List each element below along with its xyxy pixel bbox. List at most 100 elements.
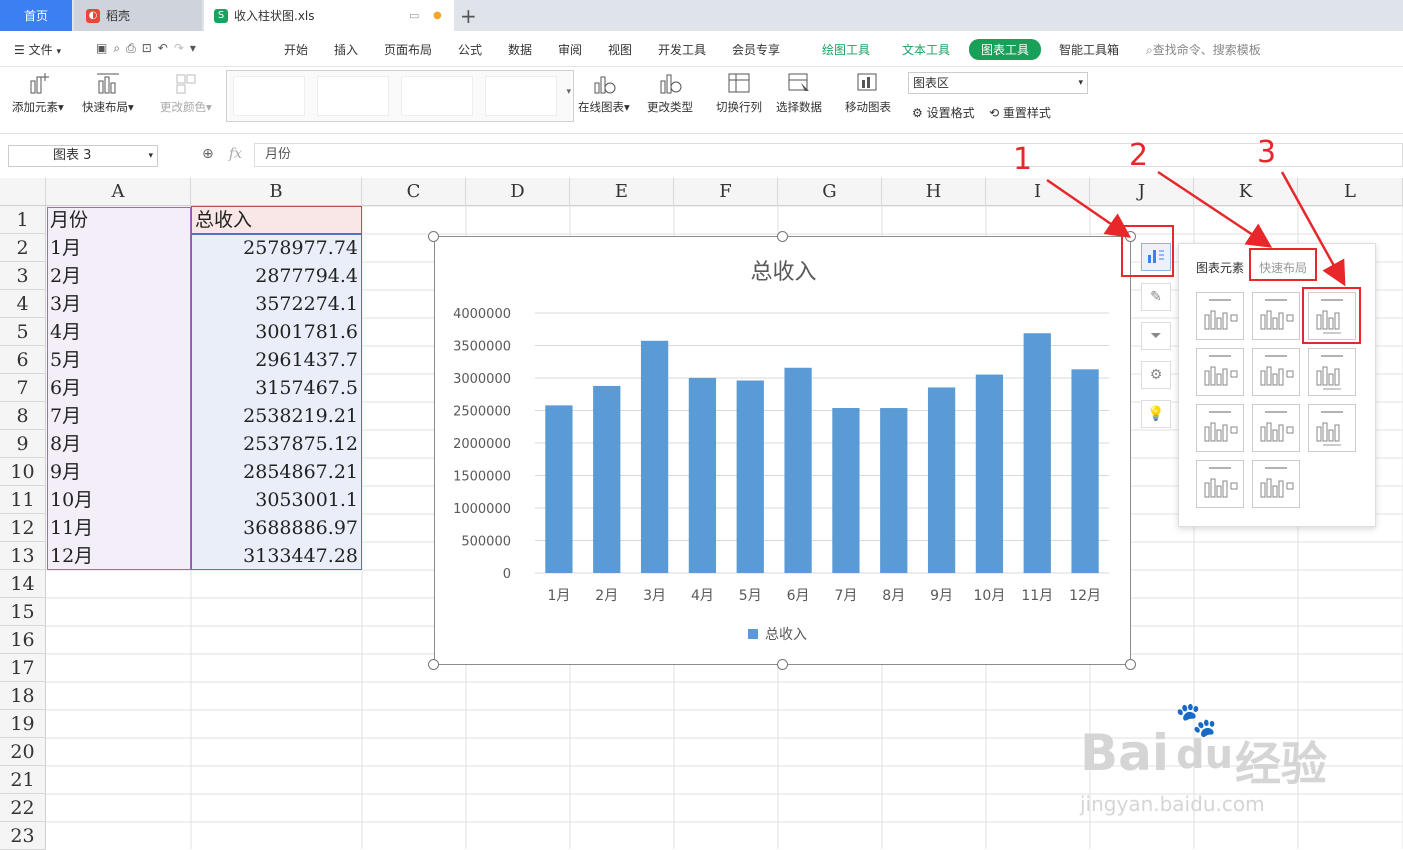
- row-header-2[interactable]: 2: [0, 234, 46, 262]
- undo-icon[interactable]: ↶: [158, 41, 174, 55]
- column-header-E[interactable]: E: [570, 178, 674, 206]
- row-header-5[interactable]: 5: [0, 318, 46, 346]
- panel-tab-elements[interactable]: 图表元素: [1196, 259, 1244, 276]
- quick-layout-option-8[interactable]: [1252, 404, 1300, 452]
- row-header-8[interactable]: 8: [0, 402, 46, 430]
- cell-a1[interactable]: 月份: [50, 206, 188, 234]
- row-header-21[interactable]: 21: [0, 766, 46, 794]
- chart-style-1[interactable]: [233, 76, 305, 116]
- menu-chart-tools[interactable]: 图表工具: [969, 39, 1042, 60]
- quick-layout-option-4[interactable]: [1196, 348, 1244, 396]
- chart-style-3[interactable]: [401, 76, 473, 116]
- cell-a5[interactable]: 4月: [50, 318, 188, 346]
- quick-layout-button[interactable]: 快速布局▾: [82, 71, 134, 115]
- resize-handle-tl[interactable]: [428, 231, 439, 242]
- menu-page-layout[interactable]: 页面布局: [384, 41, 432, 58]
- menu-view[interactable]: 视图: [608, 41, 632, 58]
- column-header-I[interactable]: I: [986, 178, 1090, 206]
- cell-a7[interactable]: 6月: [50, 374, 188, 402]
- bar-8月[interactable]: [880, 408, 908, 573]
- add-element-button[interactable]: 添加元素▾: [12, 71, 64, 115]
- monitor-icon[interactable]: ▭: [409, 9, 419, 22]
- name-box[interactable]: 图表 3 ▾: [8, 145, 158, 167]
- row-header-15[interactable]: 15: [0, 598, 46, 626]
- chart-settings-button[interactable]: ⚙: [1141, 361, 1171, 389]
- more-icon[interactable]: ▾: [190, 41, 202, 55]
- menu-review[interactable]: 审阅: [558, 41, 582, 58]
- column-header-K[interactable]: K: [1194, 178, 1298, 206]
- row-header-14[interactable]: 14: [0, 570, 46, 598]
- cell-a11[interactable]: 10月: [50, 486, 188, 514]
- cell-b10[interactable]: 2854867.21: [195, 458, 358, 486]
- chart-area-select[interactable]: 图表区 ▾: [908, 72, 1088, 94]
- resize-handle-t[interactable]: [777, 231, 788, 242]
- cell-b13[interactable]: 3133447.28: [195, 542, 358, 570]
- bar-9月[interactable]: [927, 387, 956, 573]
- bar-12月[interactable]: [1071, 369, 1099, 573]
- print-icon[interactable]: ⎙: [126, 41, 142, 55]
- column-header-F[interactable]: F: [674, 178, 778, 206]
- chart-style-2[interactable]: [317, 76, 389, 116]
- column-header-H[interactable]: H: [882, 178, 986, 206]
- cell-a10[interactable]: 9月: [50, 458, 188, 486]
- select-data-button[interactable]: 选择数据: [776, 71, 822, 115]
- menu-data[interactable]: 数据: [508, 41, 532, 58]
- menu-formula[interactable]: 公式: [458, 41, 482, 58]
- bar-10月[interactable]: [975, 374, 1004, 573]
- column-header-G[interactable]: G: [778, 178, 882, 206]
- cell-a6[interactable]: 5月: [50, 346, 188, 374]
- resize-handle-b[interactable]: [777, 659, 788, 670]
- row-header-19[interactable]: 19: [0, 710, 46, 738]
- row-header-17[interactable]: 17: [0, 654, 46, 682]
- row-header-22[interactable]: 22: [0, 794, 46, 822]
- cell-b2[interactable]: 2578977.74: [195, 234, 358, 262]
- cell-b11[interactable]: 3053001.1: [195, 486, 358, 514]
- menu-developer[interactable]: 开发工具: [658, 41, 706, 58]
- new-tab-button[interactable]: +: [460, 0, 477, 31]
- chart-tips-button[interactable]: 💡: [1141, 400, 1171, 428]
- file-menu[interactable]: ☰ 文件 ▾: [14, 41, 61, 58]
- tab-home[interactable]: 首页: [0, 0, 72, 31]
- row-header-12[interactable]: 12: [0, 514, 46, 542]
- menu-smart-tools[interactable]: 智能工具箱: [1059, 41, 1119, 58]
- cell-b1[interactable]: 总收入: [195, 206, 359, 234]
- bar-4月[interactable]: [688, 377, 717, 573]
- chevron-down-icon[interactable]: ▾: [148, 146, 153, 166]
- reset-style-button[interactable]: ⟲ 重置样式: [989, 104, 1051, 121]
- bar-3月[interactable]: [640, 340, 669, 573]
- column-header-J[interactable]: J: [1090, 178, 1194, 206]
- quick-access-icons[interactable]: ▣⌕⎙⊡↶↷▾: [96, 41, 202, 56]
- cell-b7[interactable]: 3157467.5: [195, 374, 358, 402]
- chart-style-4[interactable]: [485, 76, 557, 116]
- tab-daoke[interactable]: ◐ 稻壳: [74, 0, 202, 31]
- change-type-button[interactable]: 更改类型: [647, 71, 693, 115]
- cell-a3[interactable]: 2月: [50, 262, 188, 290]
- cell-b5[interactable]: 3001781.6: [195, 318, 358, 346]
- cell-a9[interactable]: 8月: [50, 430, 188, 458]
- quick-layout-option-1[interactable]: [1196, 292, 1244, 340]
- bar-6月[interactable]: [784, 367, 812, 573]
- row-header-10[interactable]: 10: [0, 458, 46, 486]
- chart-title[interactable]: 总收入: [750, 260, 816, 285]
- column-header-D[interactable]: D: [466, 178, 570, 206]
- row-header-9[interactable]: 9: [0, 430, 46, 458]
- resize-handle-br[interactable]: [1125, 659, 1136, 670]
- cell-a13[interactable]: 12月: [50, 542, 188, 570]
- fx-icon[interactable]: fx: [229, 146, 242, 162]
- quick-layout-option-5[interactable]: [1252, 348, 1300, 396]
- format-painter-icon[interactable]: ⌕: [113, 41, 126, 55]
- zoom-icon[interactable]: ⊕: [202, 146, 214, 162]
- chart-style-gallery[interactable]: ▾: [226, 70, 574, 122]
- cell-b9[interactable]: 2537875.12: [195, 430, 358, 458]
- chart-object[interactable]: 总收入 0 500000 1000000 1500000 2000000 2500000 30…: [434, 236, 1131, 665]
- cell-a12[interactable]: 11月: [50, 514, 188, 542]
- move-chart-button[interactable]: 移动图表: [845, 71, 891, 115]
- save-icon[interactable]: ▣: [96, 41, 113, 55]
- tab-file[interactable]: S 收入柱状图.xls ▭ ●: [204, 0, 454, 31]
- print-preview-icon[interactable]: ⊡: [142, 41, 158, 55]
- quick-layout-option-6[interactable]: [1308, 348, 1356, 396]
- menu-start[interactable]: 开始: [284, 41, 308, 58]
- quick-layout-option-9[interactable]: [1308, 404, 1356, 452]
- set-format-button[interactable]: ⚙ 设置格式: [912, 104, 975, 121]
- cell-b4[interactable]: 3572274.1: [195, 290, 358, 318]
